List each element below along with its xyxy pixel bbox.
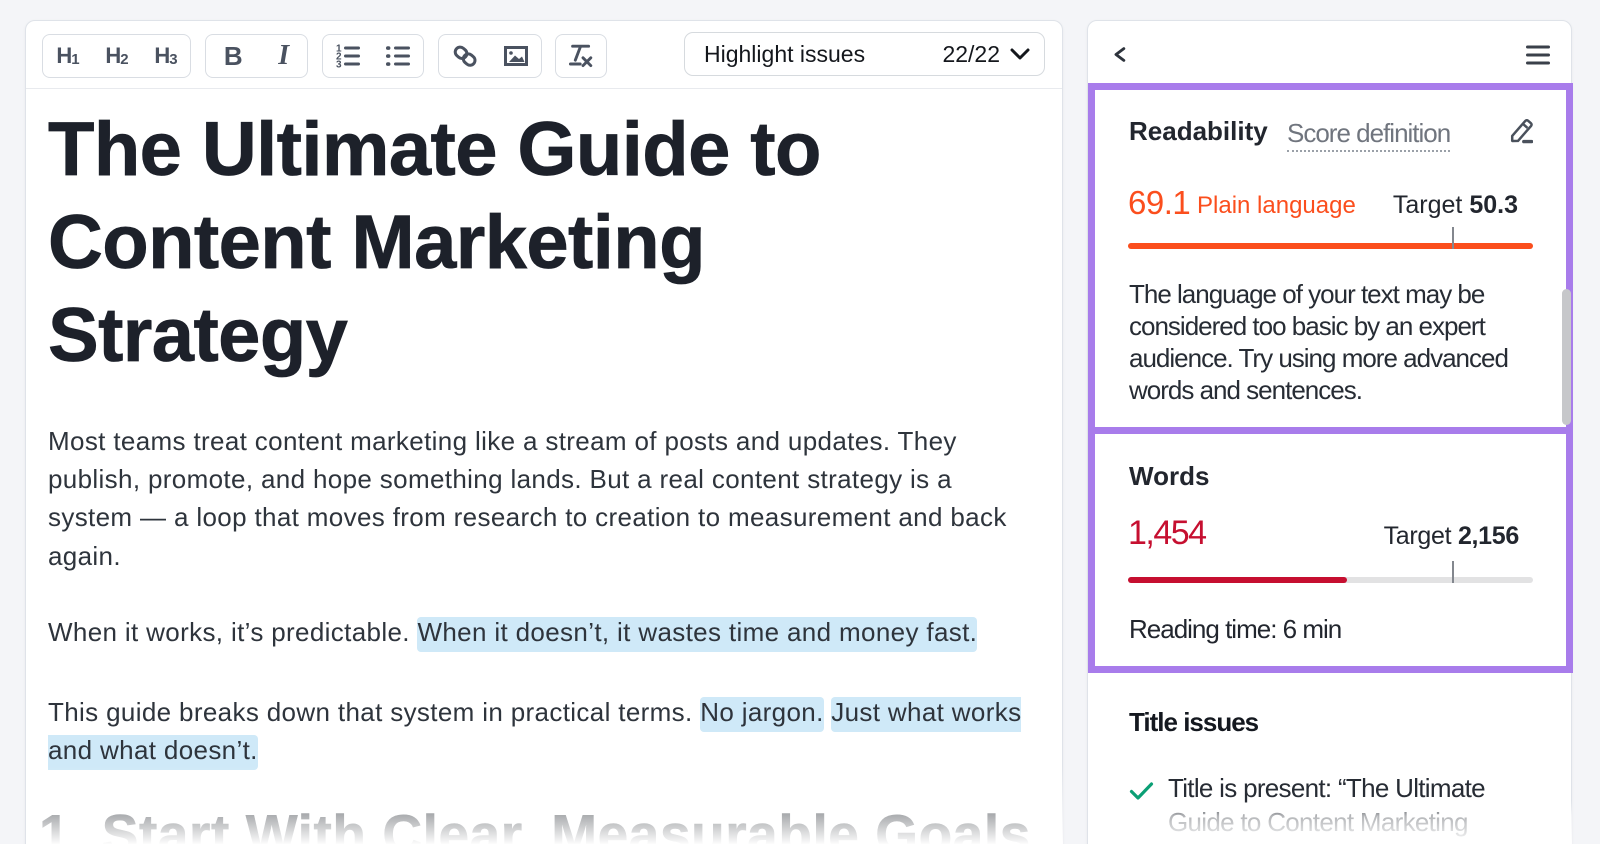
svg-text:3: 3: [336, 60, 342, 69]
